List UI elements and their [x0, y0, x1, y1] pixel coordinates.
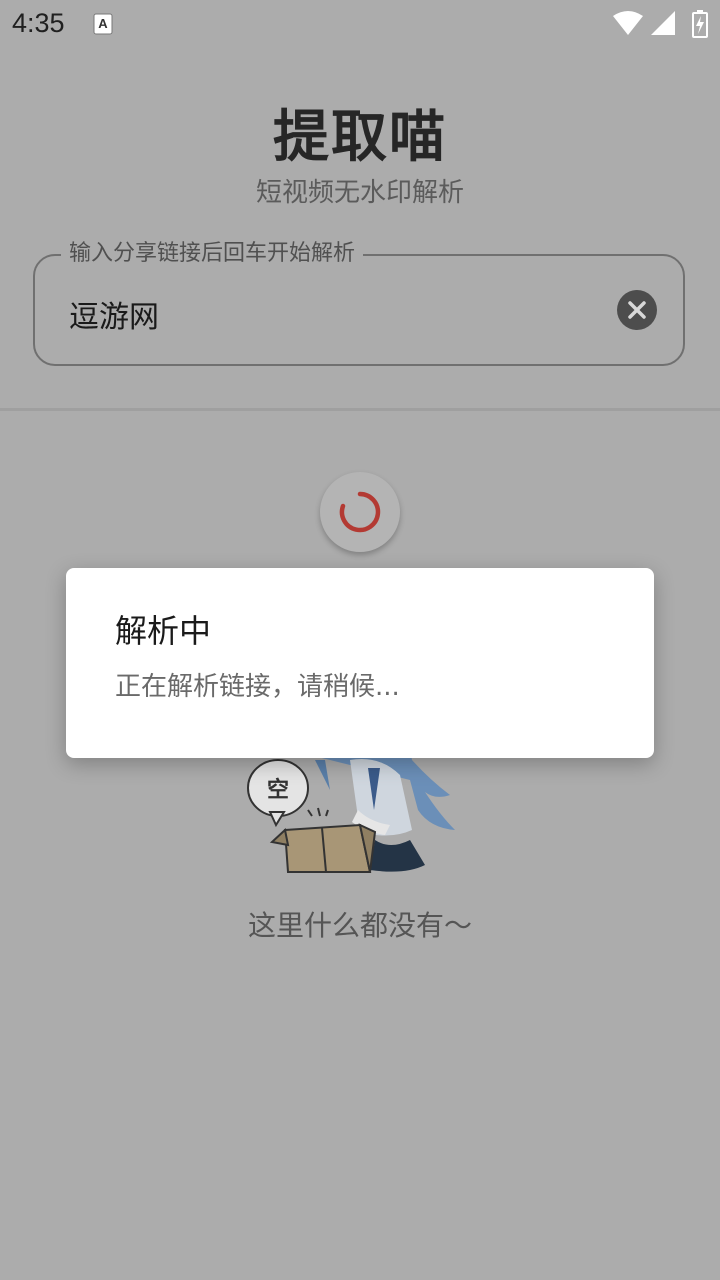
- status-bar: 4:35 A: [0, 0, 720, 48]
- parsing-dialog: 解析中 正在解析链接，请稍候...: [66, 568, 654, 758]
- divider: [0, 408, 720, 411]
- spinner-icon: [339, 491, 381, 533]
- app-title: 提取喵: [273, 105, 447, 170]
- empty-state-text: 这里什么都没有～: [247, 909, 472, 942]
- app-subtitle: 短视频无水印解析: [255, 178, 464, 208]
- signal-icon: [651, 11, 675, 35]
- input-value[interactable]: 逗游网: [69, 292, 159, 336]
- dialog-message: 正在解析链接，请稍候...: [115, 672, 400, 702]
- wifi-icon: [613, 11, 643, 35]
- notification-a-icon: A: [93, 13, 113, 35]
- close-icon: [628, 301, 646, 319]
- share-link-input[interactable]: 输入分享链接后回车开始解析 逗游网: [33, 238, 685, 366]
- clear-button[interactable]: [617, 290, 657, 330]
- bubble-text: 空: [267, 777, 289, 803]
- dialog-title: 解析中: [115, 612, 212, 650]
- status-time: 4:35: [12, 8, 65, 38]
- loading-spinner: [320, 472, 400, 552]
- svg-text:A: A: [98, 16, 108, 31]
- battery-charging-icon: [692, 10, 708, 38]
- input-label: 输入分享链接后回车开始解析: [61, 238, 364, 270]
